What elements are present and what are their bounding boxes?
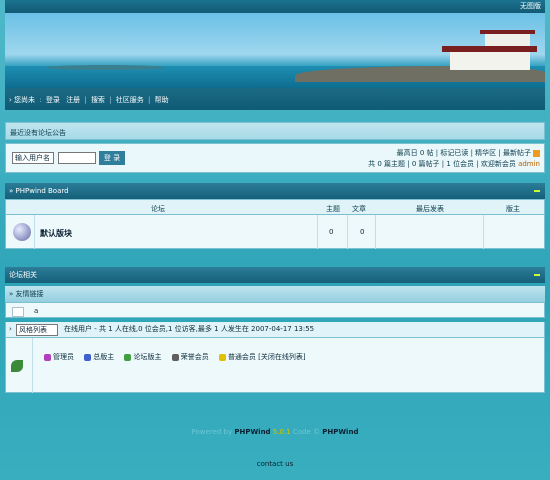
nav-register[interactable]: 注册 [66,96,80,104]
col-posts: 文章 [352,205,366,213]
no-image-link[interactable]: 无图版 [520,2,541,10]
top-bar: 无图版 [5,0,545,13]
member-icon [218,353,226,361]
legend-admin: 管理员 [44,353,74,361]
board-title[interactable]: » PHPwind Board [9,187,69,195]
col-topics: 主题 [326,205,340,213]
leaf-icon [11,360,23,372]
footer-powered: Powered by PHPWind 5.0.1 Code © PHPWind [191,428,359,436]
nav-search[interactable]: 搜索 [91,96,105,104]
banner-image [5,13,545,88]
online-users-text: 在线用户 - 共 1 人在线,0 位会员,1 位访客,最多 1 人发生在 200… [64,325,315,333]
announcement-bar: 最近没有论坛公告 [5,122,545,140]
announcement-text: 最近没有论坛公告 [10,129,66,137]
online-arrow: › [9,325,12,333]
legend-super-mod: 总版主 [84,353,114,361]
friend-link-text[interactable]: a [34,307,38,315]
legend-mod: 论坛版主 [124,353,161,361]
forum-stats-line1: 最高日 0 帖 | 标记已读 | 精华区 | 最新帖子 [397,148,540,158]
col-moderator: 版主 [506,205,520,213]
forum-status-icon [13,223,31,241]
nav-help[interactable]: 帮助 [155,96,169,104]
main-nav: › 您尚未 : 登录 注册 | 搜索 | 社区服务 | 帮助 [5,88,545,110]
friend-link-logo[interactable] [12,307,24,317]
table-row: 默认版块 0 0 [5,215,545,249]
online-bar: › 风格列表 在线用户 - 共 1 人在线,0 位会员,1 位访客,最多 1 人… [5,322,545,338]
new-member-link[interactable]: admin [518,160,540,168]
board-section: » PHPwind Board 论坛 主题 文章 最后发表 版主 默认版块 0 … [5,183,545,249]
forum-stats-line2: 共 0 篇主题 | 0 篇帖子 | 1 位会员 | 欢迎新会员 admin [368,160,540,168]
honor-icon [171,353,179,361]
board-title-bar: » PHPwind Board [5,183,545,199]
related-title: 论坛相关 [9,271,37,279]
col-forum: 论坛 [151,205,165,213]
footer-brand[interactable]: PHPWind [322,428,358,436]
footer-contact: contact us [0,460,550,468]
related-section: 论坛相关 » 友情链接 a › 风格列表 在线用户 - 共 1 人在线,0 位会… [5,267,545,393]
nav-community[interactable]: 社区服务 [116,96,144,104]
board-table-header: 论坛 主题 文章 最后发表 版主 [5,199,545,215]
forum-topics: 0 [329,228,334,236]
col-last-post: 最后发表 [416,205,444,213]
friend-links-row: a [5,302,545,318]
legend-honor: 荣誉会员 [171,353,209,361]
online-legend: 管理员 总版主 论坛版主 荣誉会员 普通会员 [关闭在线列表] [5,338,545,393]
contact-link[interactable]: contact us [257,460,294,468]
admin-icon [44,353,51,361]
login-row: 输入用户名 登 录 最高日 0 帖 | 标记已读 | 精华区 | 最新帖子 共 … [5,143,545,173]
super-mod-icon [84,353,92,361]
nav-not-logged: 您尚未 [14,96,36,104]
mod-icon [124,353,132,361]
login-button[interactable]: 登 录 [99,151,125,165]
forum-name-link[interactable]: 默认版块 [40,228,72,239]
nav-arrow: › [9,96,12,104]
password-input[interactable] [58,152,96,164]
related-title-bar: 论坛相关 [5,267,545,283]
collapse-icon[interactable] [534,190,540,192]
collapse-icon[interactable] [534,274,540,276]
footer-phpwind-link[interactable]: PHPWind [234,428,270,436]
username-input[interactable]: 输入用户名 [12,152,54,164]
footer-version: 5.0.1 [272,428,291,436]
links-title: » 友情链接 [9,290,44,298]
style-select[interactable]: 风格列表 [16,324,58,336]
links-title-bar: » 友情链接 [5,286,545,302]
rss-icon[interactable] [533,149,540,157]
legend-member[interactable]: 普通会员 [关闭在线列表] [218,353,306,361]
forum-posts: 0 [360,228,365,236]
nav-login[interactable]: 登录 [46,96,60,104]
